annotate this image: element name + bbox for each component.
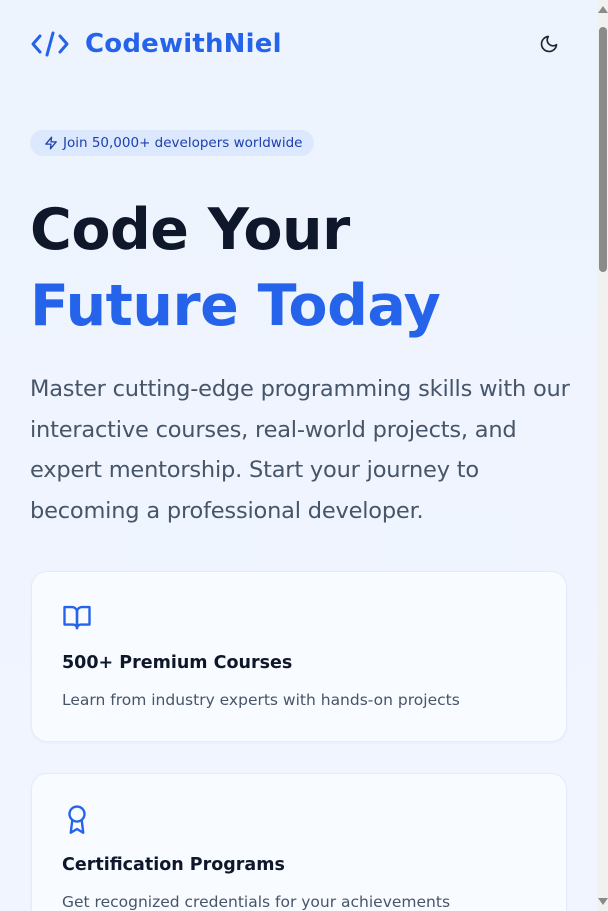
scroll-up-arrow-icon[interactable] xyxy=(598,6,608,13)
hero-title-line-2: Future Today xyxy=(30,273,441,339)
community-badge: Join 50,000+ developers worldwide xyxy=(30,130,315,156)
feature-card-description: Learn from industry experts with hands-o… xyxy=(62,691,460,709)
site-header: CodewithNiel xyxy=(30,22,567,66)
scrollbar-thumb[interactable] xyxy=(599,27,607,272)
vertical-scrollbar[interactable] xyxy=(597,0,608,911)
feature-card-description: Get recognized credentials for your achi… xyxy=(62,893,451,911)
book-open-icon xyxy=(62,602,92,632)
brand-name: CodewithNiel xyxy=(85,29,282,59)
badge-text: Join 50,000+ developers worldwide xyxy=(63,135,303,151)
feature-card-certification: Certification Programs Get recognized cr… xyxy=(31,773,567,911)
hero-title: Code Your Future Today xyxy=(30,192,441,344)
hero-title-line-1: Code Your xyxy=(30,197,350,263)
scroll-down-arrow-icon[interactable] xyxy=(598,898,608,905)
brand-logo[interactable]: CodewithNiel xyxy=(30,22,282,66)
award-ribbon-icon xyxy=(62,804,92,834)
lightning-icon xyxy=(44,136,58,150)
theme-toggle-button[interactable] xyxy=(531,26,567,62)
feature-card-courses: 500+ Premium Courses Learn from industry… xyxy=(31,571,567,742)
feature-card-title: Certification Programs xyxy=(62,855,285,875)
hero-description: Master cutting-edge programming skills w… xyxy=(30,376,570,524)
landing-page: CodewithNiel Join 50,000+ developers wor… xyxy=(0,0,597,911)
moon-icon xyxy=(539,34,559,54)
feature-card-title: 500+ Premium Courses xyxy=(62,653,293,673)
code-brackets-icon xyxy=(30,24,70,64)
